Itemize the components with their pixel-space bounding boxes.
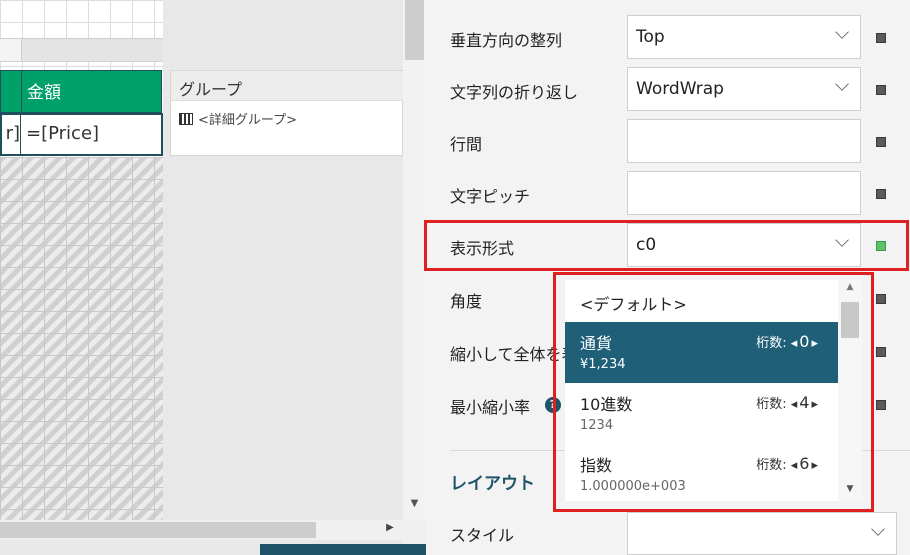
section-title-layout[interactable]: レイアウト [450,469,535,494]
header-cell-left[interactable] [0,70,21,113]
property-marker-icon[interactable] [876,189,886,199]
prop-label-min-shrink: 最小縮小率 [450,398,531,417]
group-panel: グループ <詳細グループ> [170,70,403,156]
vertical-align-select[interactable]: Top [627,15,861,59]
chevron-down-icon [835,25,849,39]
highlight-box [424,220,909,271]
property-marker-icon[interactable] [876,294,886,304]
word-wrap-value: WordWrap [636,79,724,99]
scroll-down-arrow-icon[interactable]: ▼ [403,498,426,514]
prop-label-angle: 角度 [450,292,483,311]
property-marker-icon[interactable] [876,85,886,95]
prop-label-vertical-align: 垂直方向の整列 [450,31,563,50]
highlight-box-dropdown [553,272,874,512]
group-panel-title: グループ [171,71,403,101]
section-band [0,38,163,62]
band-segment [0,39,22,61]
designer-horizontal-scroll-thumb[interactable] [0,522,316,538]
property-marker-icon[interactable] [876,347,886,357]
scroll-right-arrow-icon[interactable]: ▶ [380,522,400,538]
vertical-align-value: Top [636,27,665,47]
prop-label-line-spacing: 行間 [450,135,483,154]
prop-label-word-wrap: 文字列の折り返し [450,83,579,102]
report-designer[interactable]: 金額 r] =[Price] グループ <詳細グループ> [0,0,403,555]
chevron-down-icon [835,77,849,91]
prop-label-style: スタイル [450,526,515,545]
word-wrap-select[interactable]: WordWrap [627,67,861,111]
header-cell-amount[interactable]: 金額 [21,70,162,113]
group-detail-label: <詳細グループ> [198,113,298,128]
prop-label-char-pitch: 文字ピッチ [450,187,531,206]
property-marker-icon[interactable] [876,33,886,43]
property-marker-icon[interactable] [876,400,886,410]
style-select[interactable] [627,512,897,555]
hatched-area [0,157,163,520]
detail-cell-left[interactable]: r] [0,113,21,156]
group-detail-item[interactable]: <詳細グループ> [179,109,297,128]
property-marker-icon[interactable] [876,137,886,147]
chevron-down-icon [871,522,885,536]
detail-cell-price[interactable]: =[Price] [21,113,163,156]
char-pitch-input[interactable] [627,171,861,215]
designer-vertical-scrollbar[interactable] [403,0,426,520]
table-icon [179,113,193,125]
line-spacing-input[interactable] [627,119,861,163]
bottom-action-button[interactable] [260,544,426,555]
designer-vertical-scroll-thumb[interactable] [405,0,424,60]
